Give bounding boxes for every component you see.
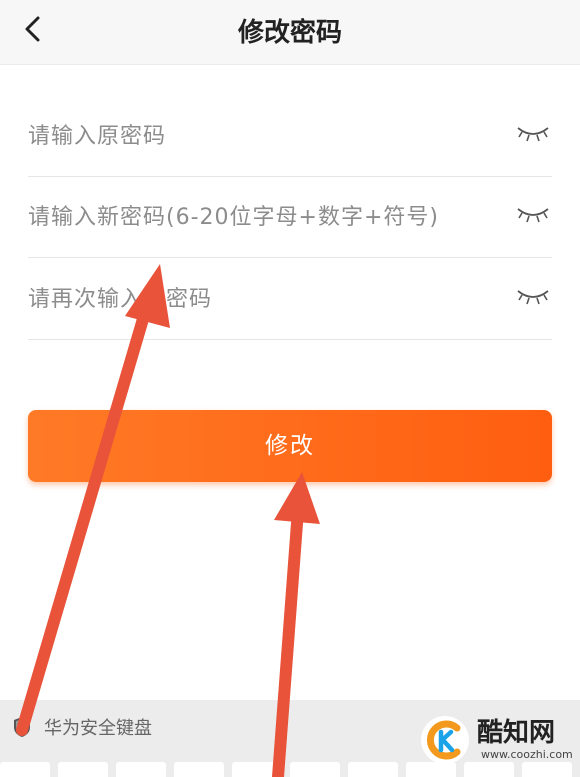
new-password-field[interactable]: 请输入新密码(6-20位字母+数字+符号) <box>28 177 552 258</box>
old-password-placeholder: 请输入原密码 <box>28 124 167 149</box>
keyboard-key[interactable] <box>58 762 108 777</box>
keyboard-key[interactable] <box>290 762 340 777</box>
keyboard-key[interactable] <box>174 762 224 777</box>
coozhi-logo-icon <box>421 716 469 764</box>
keyboard-key[interactable] <box>232 762 282 777</box>
watermark: 酷知网 www.coozhi.com <box>415 710 575 772</box>
new-password-placeholder: 请输入新密码(6-20位字母+数字+符号) <box>28 205 439 230</box>
submit-button[interactable]: 修改 <box>28 410 552 482</box>
keyboard-key[interactable] <box>348 762 398 777</box>
eye-closed-icon[interactable] <box>516 205 550 225</box>
eye-closed-icon[interactable] <box>516 287 550 307</box>
eye-closed-icon[interactable] <box>516 124 550 144</box>
keyboard-key[interactable] <box>116 762 166 777</box>
old-password-field[interactable]: 请输入原密码 <box>28 96 552 177</box>
watermark-name: 酷知网 <box>477 718 556 748</box>
secure-keyboard-label: 华为安全键盘 <box>44 718 152 739</box>
watermark-url: www.coozhi.com <box>481 748 573 761</box>
shield-icon <box>14 717 30 737</box>
confirm-password-placeholder: 请再次输入新密码 <box>28 287 213 312</box>
confirm-password-field[interactable]: 请再次输入新密码 <box>28 259 552 340</box>
keyboard-key[interactable] <box>0 762 50 777</box>
page-title: 修改密码 <box>237 18 342 48</box>
header-bar: 修改密码 <box>0 0 580 65</box>
